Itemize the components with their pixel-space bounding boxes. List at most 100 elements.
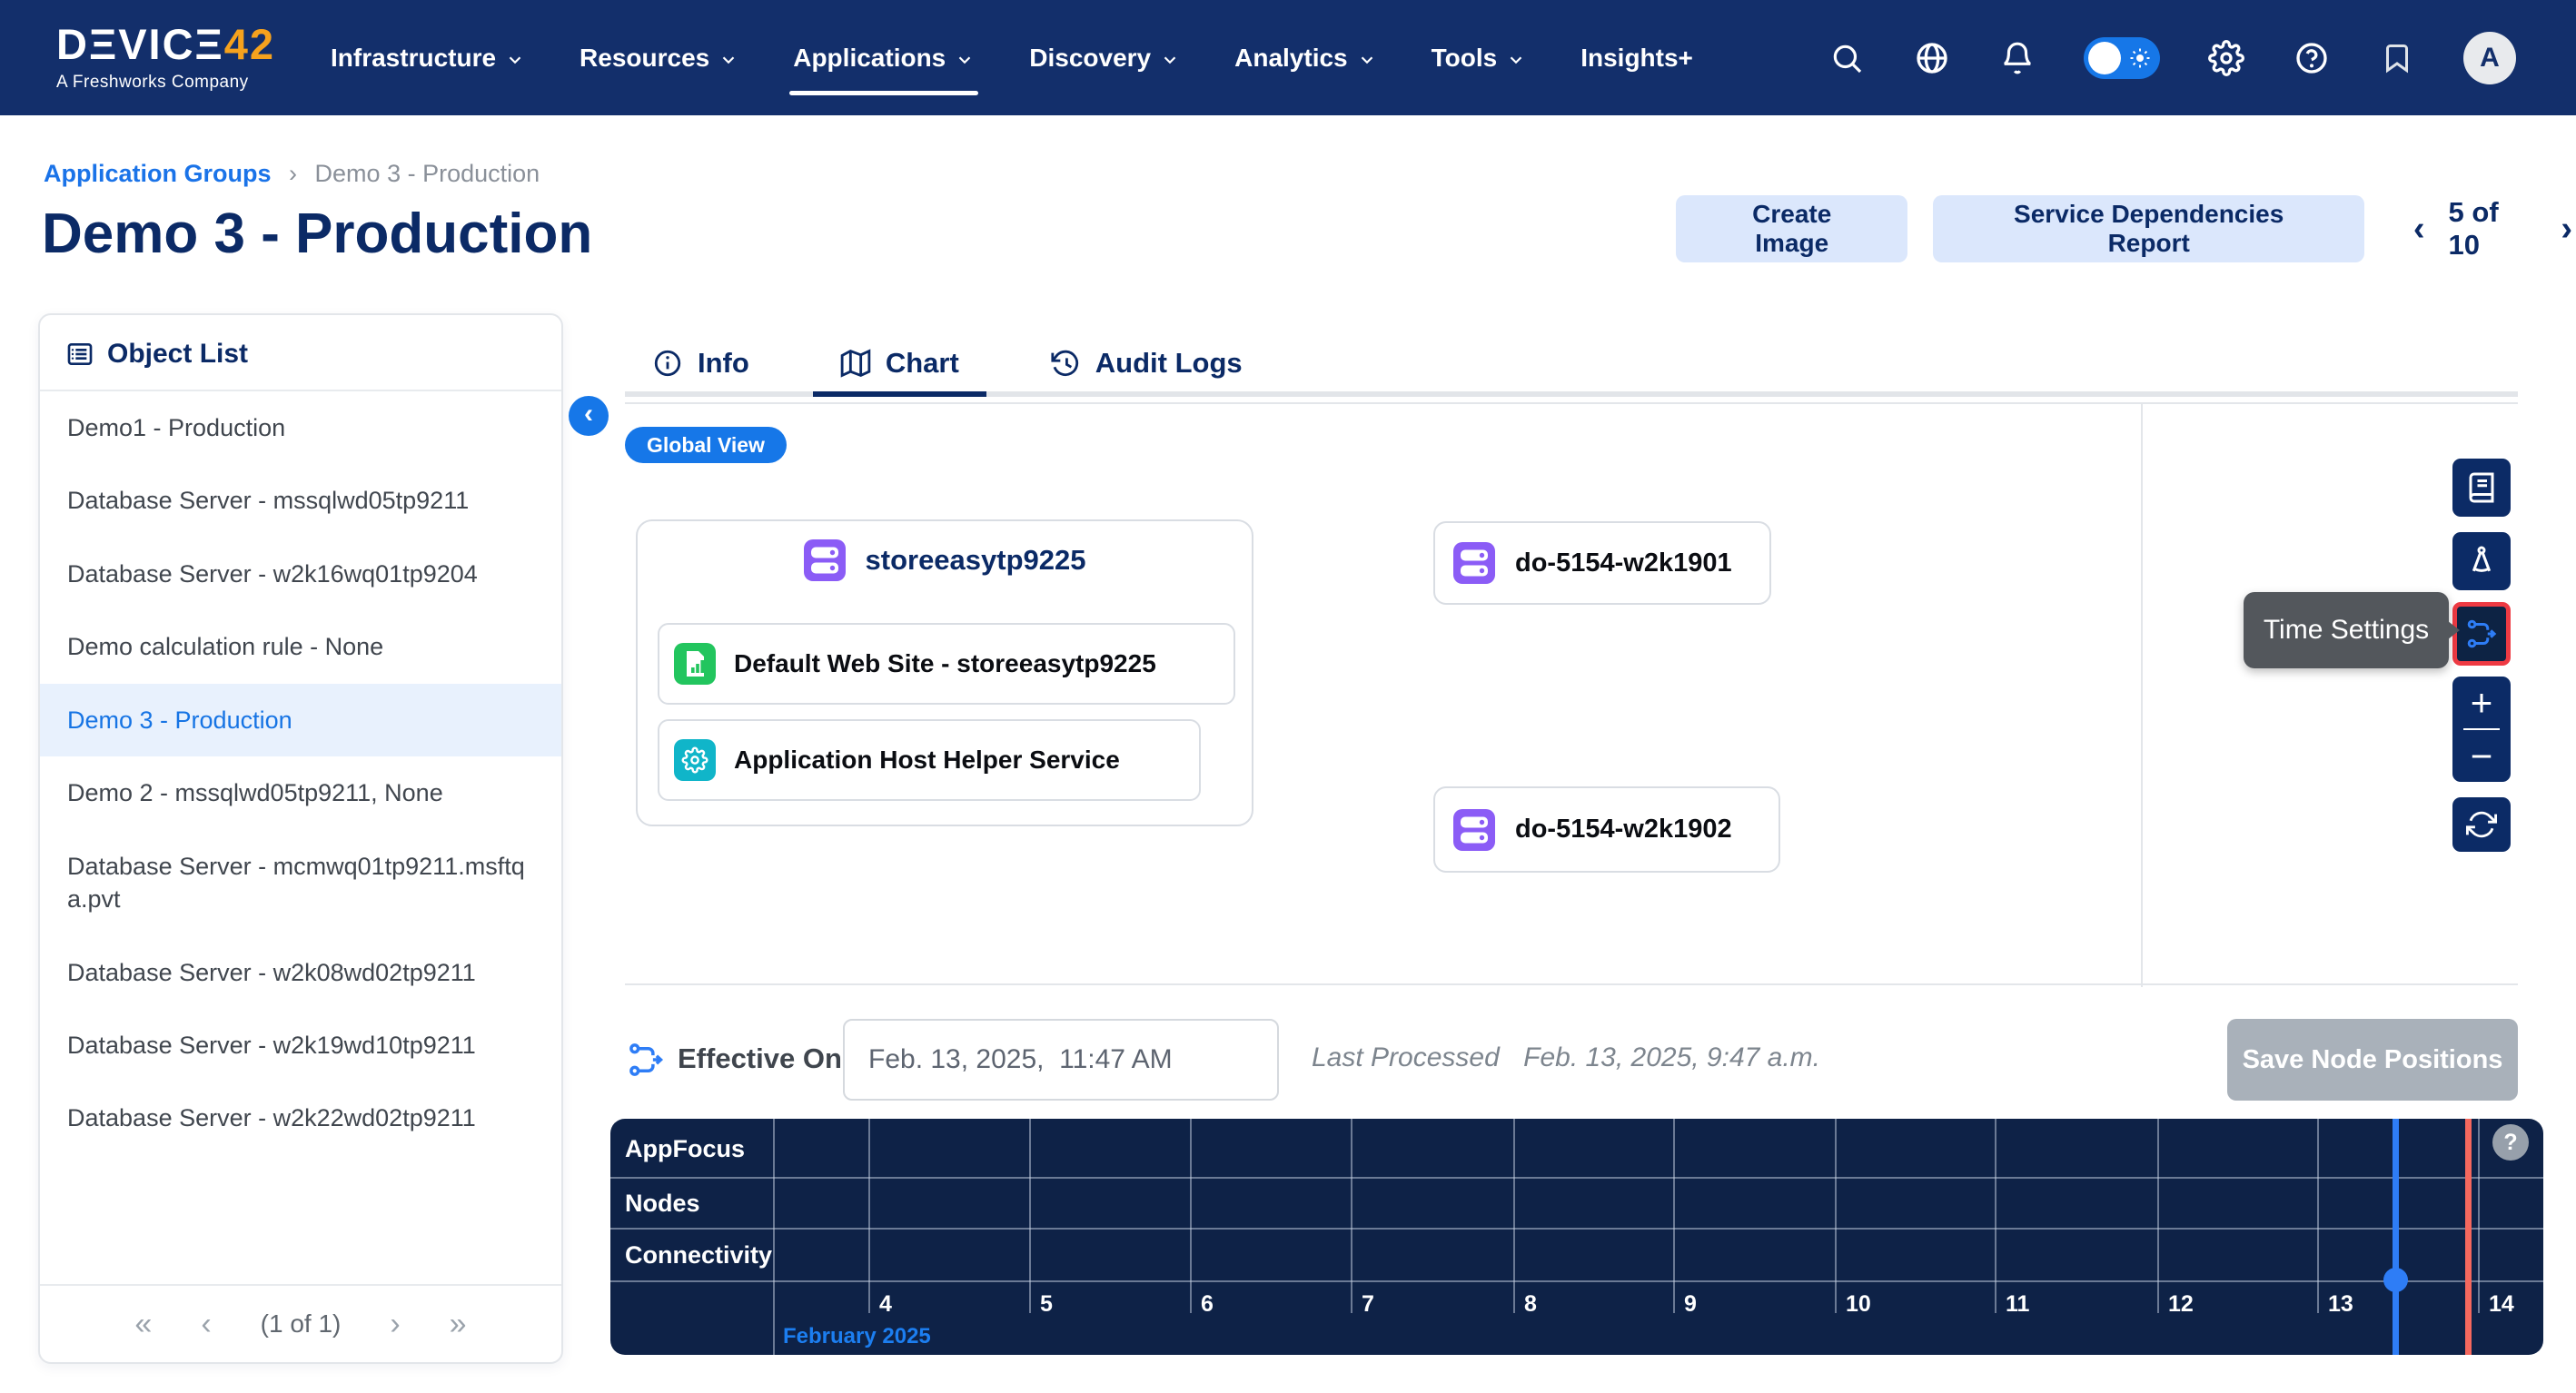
node-label: Default Web Site - storeeasytp9225 (734, 649, 1156, 678)
menu-resources[interactable]: Resources (580, 0, 738, 115)
device42-logo[interactable]: DΞVICΞ42 A Freshworks Company (56, 23, 283, 93)
last-processed-value: Feb. 13, 2025, 9:47 a.m. (1523, 1042, 1820, 1072)
list-item[interactable]: Database Server - w2k16wq01tp9204 (40, 538, 561, 610)
menu-label: Tools (1432, 44, 1498, 73)
sun-icon (2129, 47, 2151, 69)
breadcrumb-application-groups[interactable]: Application Groups (44, 160, 272, 187)
menu-analytics[interactable]: Analytics (1234, 0, 1377, 115)
save-node-positions-button[interactable]: Save Node Positions (2227, 1019, 2518, 1101)
global-view-badge: Global View (625, 427, 787, 463)
time-settings-button[interactable] (2452, 602, 2511, 666)
list-item[interactable]: Database Server - w2k19wd10tp9211 (40, 1009, 561, 1082)
help-icon[interactable] (2293, 39, 2331, 77)
timeline-help-button[interactable]: ? (2492, 1124, 2529, 1161)
search-icon[interactable] (1828, 39, 1866, 77)
object-list-pager: « ‹ (1 of 1) › » (40, 1284, 561, 1362)
list-item[interactable]: Database Server - w2k22wd02tp9211 (40, 1082, 561, 1154)
node-default-web-site[interactable]: Default Web Site - storeeasytp9225 (658, 623, 1235, 705)
list-item[interactable]: Database Server - mssqlwd05tp9211 (40, 464, 561, 537)
object-list-header: Object List (40, 315, 561, 391)
chevron-down-icon (718, 50, 738, 70)
node-label: do-5154-w2k1901 (1515, 548, 1732, 578)
chevron-down-icon (505, 50, 525, 70)
menu-discovery[interactable]: Discovery (1029, 0, 1180, 115)
tab-label: Info (698, 347, 749, 380)
menu-tools[interactable]: Tools (1432, 0, 1527, 115)
chevron-down-icon (1506, 50, 1526, 70)
timeline-date: 7 (1362, 1291, 1374, 1318)
node-do-5154-w2k1901[interactable]: do-5154-w2k1901 (1433, 521, 1771, 605)
pager-next-icon[interactable]: › (390, 1309, 400, 1339)
user-avatar[interactable]: A (2463, 32, 2516, 84)
node-label: do-5154-w2k1902 (1515, 815, 1732, 845)
object-list-items: Demo1 - Production Database Server - mss… (40, 391, 561, 1284)
pager-last-icon[interactable]: » (450, 1309, 467, 1339)
timeline-date: 12 (2168, 1291, 2194, 1318)
top-nav: DΞVICΞ42 A Freshworks Company Infrastruc… (0, 0, 2576, 115)
canvas-divider (2141, 404, 2143, 987)
time-settings-tooltip: Time Settings (2244, 592, 2449, 668)
effective-date-input[interactable] (843, 1019, 1279, 1101)
timeline-selected-time-marker[interactable] (2393, 1119, 2399, 1355)
zoom-in-button[interactable]: + (2452, 677, 2511, 728)
device42-app: DΞVICΞ42 A Freshworks Company Infrastruc… (0, 0, 2576, 1393)
pager-next-icon[interactable]: › (2557, 212, 2576, 246)
list-item[interactable]: Database Server - w2k08wd02tp9211 (40, 936, 561, 1009)
globe-icon[interactable] (1913, 39, 1951, 77)
timeline-date: 11 (2006, 1291, 2029, 1318)
service-dependencies-report-button[interactable]: Service Dependencies Report (1933, 195, 2363, 262)
tab-chart[interactable]: Chart (813, 334, 986, 391)
page-actions: Create Image Service Dependencies Report… (1676, 195, 2576, 262)
list-icon (65, 340, 94, 369)
sidebar-collapse-button[interactable]: ‹ (569, 396, 609, 436)
pager-label: (1 of 1) (261, 1309, 342, 1339)
main-menu: Infrastructure Resources Applications Di… (331, 0, 1693, 115)
menu-infrastructure[interactable]: Infrastructure (331, 0, 525, 115)
object-list-panel: Object List Demo1 - Production Database … (38, 313, 563, 1364)
create-image-button[interactable]: Create Image (1676, 195, 1907, 262)
pager-first-icon[interactable]: « (134, 1309, 152, 1339)
zoom-out-button[interactable]: − (2452, 730, 2511, 782)
group-node-storeeasytp9225[interactable]: storeeasytp9225 Default Web Site - store… (636, 519, 1253, 826)
time-slider-panel: AppFocus Nodes Connectivity 4 5 6 7 8 9 … (610, 1119, 2543, 1355)
refresh-button[interactable] (2452, 797, 2511, 852)
breadcrumb-current: Demo 3 - Production (315, 160, 540, 187)
list-item[interactable]: Demo1 - Production (40, 391, 561, 464)
tab-audit-logs[interactable]: Audit Logs (1023, 334, 1270, 391)
effective-on-label: Effective On (678, 1042, 842, 1075)
theme-toggle[interactable] (2084, 37, 2160, 79)
group-node-header: storeeasytp9225 (638, 521, 1252, 581)
last-processed: Last Processed Feb. 13, 2025, 9:47 a.m. (1312, 1042, 1820, 1073)
notifications-bell-icon[interactable] (1998, 39, 2036, 77)
server-icon (1453, 542, 1495, 584)
nav-right-icons: A (1828, 32, 2516, 84)
settings-gear-icon[interactable] (2207, 39, 2245, 77)
history-icon (1050, 348, 1081, 379)
pager-prev-icon[interactable]: ‹ (201, 1309, 211, 1339)
toggle-knob (2088, 42, 2121, 74)
timeline-date: 5 (1040, 1291, 1053, 1318)
layout-compass-button[interactable] (2452, 532, 2511, 590)
menu-applications[interactable]: Applications (793, 0, 975, 115)
chevron-down-icon (1160, 50, 1180, 70)
list-item[interactable]: Demo calculation rule - None (40, 610, 561, 683)
pager-prev-icon[interactable]: ‹ (2410, 212, 2429, 246)
server-icon (804, 539, 846, 581)
list-item[interactable]: Demo 2 - mssqlwd05tp9211, None (40, 756, 561, 829)
detail-tabs: Info Chart Audit Logs (625, 334, 2518, 397)
list-item[interactable]: Database Server - mcmwq01tp9211.msftqa.p… (40, 830, 561, 936)
timeline-marker-handle[interactable] (2383, 1268, 2408, 1292)
pager-label: 5 of 10 (2449, 196, 2538, 262)
list-item-selected[interactable]: Demo 3 - Production (40, 684, 561, 756)
logo-brand: DΞVICΞ (56, 20, 224, 68)
node-app-host-helper-service[interactable]: Application Host Helper Service (658, 719, 1201, 801)
node-do-5154-w2k1902[interactable]: do-5154-w2k1902 (1433, 786, 1780, 873)
tab-info[interactable]: Info (625, 334, 777, 391)
legend-book-button[interactable] (2452, 459, 2511, 517)
menu-insights[interactable]: Insights+ (1580, 0, 1693, 115)
menu-label: Analytics (1234, 44, 1348, 73)
bookmark-icon[interactable] (2378, 39, 2416, 77)
timeline-date: 14 (2489, 1291, 2514, 1318)
logo-tagline: A Freshworks Company (56, 73, 283, 93)
tooltip-text: Time Settings (2264, 615, 2429, 646)
